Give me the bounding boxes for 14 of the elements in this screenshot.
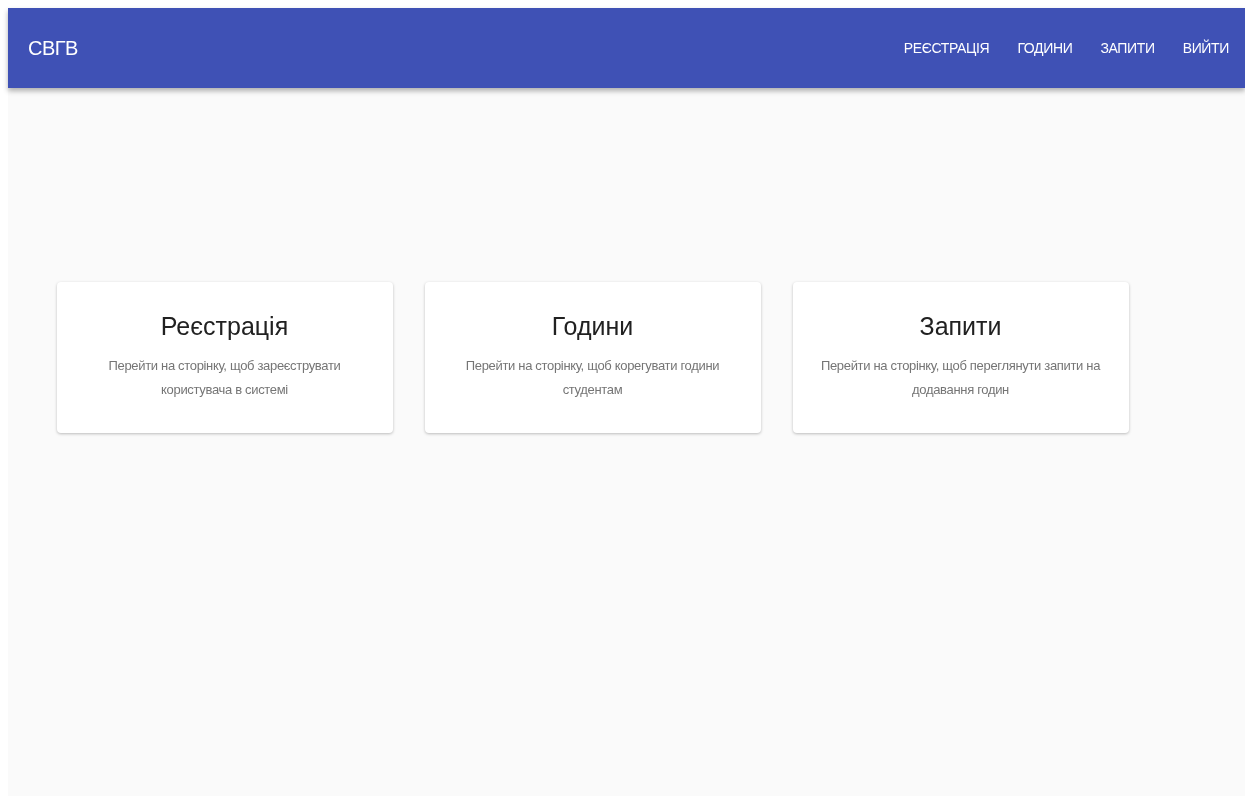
nav-button[interactable]: РЕЄСТРАЦІЯ [891,29,1002,67]
card-description: Перейти на сторінку, щоб переглянути запити на додавання годин [819,357,1102,399]
nav-button[interactable]: ЗАПИТИ [1088,29,1167,67]
card-title: Години [551,311,634,342]
navigation-card[interactable]: Реєстрація Перейти на сторінку, щоб зареєструвати користувача в системі [56,282,393,433]
card-description: Перейти на сторінку, щоб зареєструвати користувача в системі [107,357,342,399]
card-title: Запити [919,311,1002,342]
card-title: Реєстрація [160,311,289,342]
navigation-card[interactable]: Запити Перейти на сторінку, щоб переглянути запити на додавання годин [792,282,1129,433]
nav-button[interactable]: ВИЙТИ [1170,29,1241,67]
card-description: Перейти на сторінку, щоб корегувати години студентам [464,357,721,399]
navigation-card[interactable]: Години Перейти на сторінку, щоб корегувати години студентам [424,282,761,433]
nav-button[interactable]: ГОДИНИ [1005,29,1085,67]
app-title: СВГВ [28,36,78,61]
